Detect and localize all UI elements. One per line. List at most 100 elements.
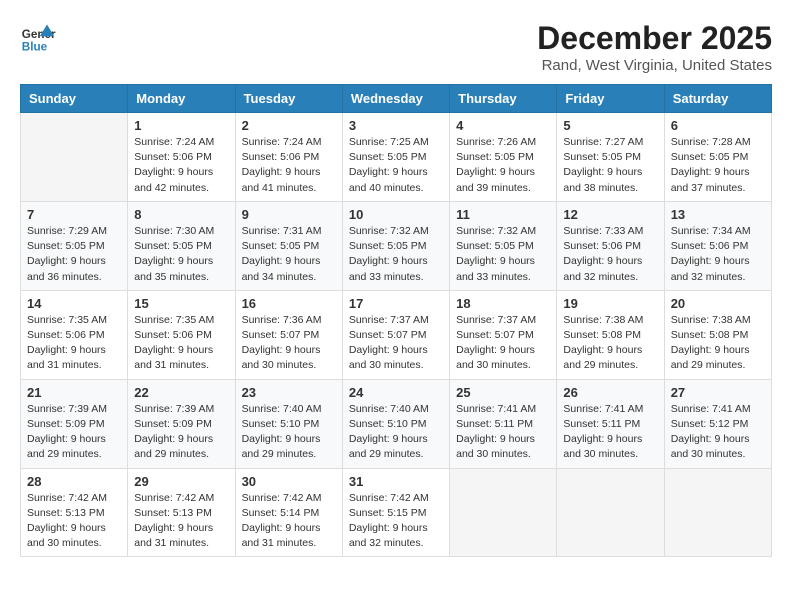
day-number: 21 xyxy=(27,385,121,400)
day-info: Sunrise: 7:40 AMSunset: 5:10 PMDaylight:… xyxy=(242,402,336,463)
day-number: 25 xyxy=(456,385,550,400)
day-info: Sunrise: 7:32 AMSunset: 5:05 PMDaylight:… xyxy=(349,224,443,285)
day-info: Sunrise: 7:41 AMSunset: 5:11 PMDaylight:… xyxy=(563,402,657,463)
calendar-cell: 9 Sunrise: 7:31 AMSunset: 5:05 PMDaylight… xyxy=(235,201,342,290)
calendar-cell xyxy=(664,468,771,557)
day-number: 13 xyxy=(671,207,765,222)
day-number: 9 xyxy=(242,207,336,222)
calendar-cell: 4 Sunrise: 7:26 AMSunset: 5:05 PMDaylight… xyxy=(450,113,557,202)
calendar-cell xyxy=(450,468,557,557)
day-number: 11 xyxy=(456,207,550,222)
day-number: 16 xyxy=(242,296,336,311)
day-info: Sunrise: 7:35 AMSunset: 5:06 PMDaylight:… xyxy=(134,313,228,374)
calendar-cell: 28 Sunrise: 7:42 AMSunset: 5:13 PMDayligh… xyxy=(21,468,128,557)
day-info: Sunrise: 7:42 AMSunset: 5:13 PMDaylight:… xyxy=(27,491,121,552)
calendar-week-row: 14 Sunrise: 7:35 AMSunset: 5:06 PMDayligh… xyxy=(21,290,772,379)
logo: General Blue xyxy=(20,20,60,56)
calendar-cell: 25 Sunrise: 7:41 AMSunset: 5:11 PMDayligh… xyxy=(450,379,557,468)
day-number: 24 xyxy=(349,385,443,400)
svg-text:Blue: Blue xyxy=(22,41,48,54)
day-number: 20 xyxy=(671,296,765,311)
calendar-cell: 6Sunrise: 7:28 AMSunset: 5:05 PMDaylight… xyxy=(664,113,771,202)
calendar-week-row: 28 Sunrise: 7:42 AMSunset: 5:13 PMDayligh… xyxy=(21,468,772,557)
calendar-table: SundayMondayTuesdayWednesdayThursdayFrid… xyxy=(20,84,772,557)
calendar-cell: 5 Sunrise: 7:27 AMSunset: 5:05 PMDaylight… xyxy=(557,113,664,202)
day-info: Sunrise: 7:36 AMSunset: 5:07 PMDaylight:… xyxy=(242,313,336,374)
day-info: Sunrise: 7:33 AMSunset: 5:06 PMDaylight:… xyxy=(563,224,657,285)
day-number: 31 xyxy=(349,474,443,489)
calendar-cell xyxy=(21,113,128,202)
day-info: Sunrise: 7:25 AMSunset: 5:05 PMDaylight:… xyxy=(349,135,443,196)
calendar-cell: 2 Sunrise: 7:24 AMSunset: 5:06 PMDaylight… xyxy=(235,113,342,202)
calendar-cell: 7 Sunrise: 7:29 AMSunset: 5:05 PMDaylight… xyxy=(21,201,128,290)
day-info: Sunrise: 7:42 AMSunset: 5:14 PMDaylight:… xyxy=(242,491,336,552)
day-number: 8 xyxy=(134,207,228,222)
day-number: 15 xyxy=(134,296,228,311)
day-header-monday: Monday xyxy=(128,85,235,113)
calendar-cell: 30 Sunrise: 7:42 AMSunset: 5:14 PMDayligh… xyxy=(235,468,342,557)
day-number: 23 xyxy=(242,385,336,400)
day-number: 10 xyxy=(349,207,443,222)
calendar-cell: 22Sunrise: 7:39 AMSunset: 5:09 PMDayligh… xyxy=(128,379,235,468)
calendar-cell: 26Sunrise: 7:41 AMSunset: 5:11 PMDayligh… xyxy=(557,379,664,468)
day-info: Sunrise: 7:27 AMSunset: 5:05 PMDaylight:… xyxy=(563,135,657,196)
calendar-cell: 31 Sunrise: 7:42 AMSunset: 5:15 PMDayligh… xyxy=(342,468,449,557)
day-info: Sunrise: 7:32 AMSunset: 5:05 PMDaylight:… xyxy=(456,224,550,285)
day-number: 12 xyxy=(563,207,657,222)
day-info: Sunrise: 7:42 AMSunset: 5:15 PMDaylight:… xyxy=(349,491,443,552)
calendar-cell: 19 Sunrise: 7:38 AMSunset: 5:08 PMDayligh… xyxy=(557,290,664,379)
day-info: Sunrise: 7:41 AMSunset: 5:11 PMDaylight:… xyxy=(456,402,550,463)
calendar-header-row: SundayMondayTuesdayWednesdayThursdayFrid… xyxy=(21,85,772,113)
day-number: 14 xyxy=(27,296,121,311)
day-number: 1 xyxy=(134,118,228,133)
title-area: December 2025 Rand, West Virginia, Unite… xyxy=(537,20,772,74)
day-info: Sunrise: 7:37 AMSunset: 5:07 PMDaylight:… xyxy=(349,313,443,374)
day-info: Sunrise: 7:24 AMSunset: 5:06 PMDaylight:… xyxy=(134,135,228,196)
day-info: Sunrise: 7:38 AMSunset: 5:08 PMDaylight:… xyxy=(563,313,657,374)
day-info: Sunrise: 7:29 AMSunset: 5:05 PMDaylight:… xyxy=(27,224,121,285)
day-number: 30 xyxy=(242,474,336,489)
month-title: December 2025 xyxy=(537,20,772,57)
day-header-wednesday: Wednesday xyxy=(342,85,449,113)
calendar-cell: 10 Sunrise: 7:32 AMSunset: 5:05 PMDayligh… xyxy=(342,201,449,290)
day-number: 29 xyxy=(134,474,228,489)
day-number: 7 xyxy=(27,207,121,222)
calendar-cell: 17 Sunrise: 7:37 AMSunset: 5:07 PMDayligh… xyxy=(342,290,449,379)
day-number: 18 xyxy=(456,296,550,311)
day-info: Sunrise: 7:39 AMSunset: 5:09 PMDaylight:… xyxy=(27,402,121,463)
calendar-cell: 8 Sunrise: 7:30 AMSunset: 5:05 PMDaylight… xyxy=(128,201,235,290)
day-number: 5 xyxy=(563,118,657,133)
day-info: Sunrise: 7:30 AMSunset: 5:05 PMDaylight:… xyxy=(134,224,228,285)
day-info: Sunrise: 7:28 AMSunset: 5:05 PMDaylight:… xyxy=(671,135,765,196)
calendar-cell: 29Sunrise: 7:42 AMSunset: 5:13 PMDayligh… xyxy=(128,468,235,557)
calendar-week-row: 1 Sunrise: 7:24 AMSunset: 5:06 PMDaylight… xyxy=(21,113,772,202)
calendar-cell: 3 Sunrise: 7:25 AMSunset: 5:05 PMDaylight… xyxy=(342,113,449,202)
calendar-cell: 21 Sunrise: 7:39 AMSunset: 5:09 PMDayligh… xyxy=(21,379,128,468)
day-header-saturday: Saturday xyxy=(664,85,771,113)
day-info: Sunrise: 7:35 AMSunset: 5:06 PMDaylight:… xyxy=(27,313,121,374)
day-number: 28 xyxy=(27,474,121,489)
day-number: 19 xyxy=(563,296,657,311)
day-header-sunday: Sunday xyxy=(21,85,128,113)
calendar-cell: 14 Sunrise: 7:35 AMSunset: 5:06 PMDayligh… xyxy=(21,290,128,379)
calendar-cell: 18Sunrise: 7:37 AMSunset: 5:07 PMDayligh… xyxy=(450,290,557,379)
day-info: Sunrise: 7:24 AMSunset: 5:06 PMDaylight:… xyxy=(242,135,336,196)
day-info: Sunrise: 7:26 AMSunset: 5:05 PMDaylight:… xyxy=(456,135,550,196)
day-number: 2 xyxy=(242,118,336,133)
day-header-thursday: Thursday xyxy=(450,85,557,113)
day-info: Sunrise: 7:40 AMSunset: 5:10 PMDaylight:… xyxy=(349,402,443,463)
calendar-week-row: 7 Sunrise: 7:29 AMSunset: 5:05 PMDaylight… xyxy=(21,201,772,290)
calendar-cell: 24 Sunrise: 7:40 AMSunset: 5:10 PMDayligh… xyxy=(342,379,449,468)
calendar-week-row: 21 Sunrise: 7:39 AMSunset: 5:09 PMDayligh… xyxy=(21,379,772,468)
day-info: Sunrise: 7:31 AMSunset: 5:05 PMDaylight:… xyxy=(242,224,336,285)
calendar-cell: 11 Sunrise: 7:32 AMSunset: 5:05 PMDayligh… xyxy=(450,201,557,290)
day-number: 22 xyxy=(134,385,228,400)
calendar-cell: 27Sunrise: 7:41 AMSunset: 5:12 PMDayligh… xyxy=(664,379,771,468)
day-info: Sunrise: 7:34 AMSunset: 5:06 PMDaylight:… xyxy=(671,224,765,285)
day-number: 3 xyxy=(349,118,443,133)
day-number: 17 xyxy=(349,296,443,311)
location: Rand, West Virginia, United States xyxy=(537,57,772,74)
day-number: 4 xyxy=(456,118,550,133)
calendar-cell: 16 Sunrise: 7:36 AMSunset: 5:07 PMDayligh… xyxy=(235,290,342,379)
calendar-cell: 20Sunrise: 7:38 AMSunset: 5:08 PMDayligh… xyxy=(664,290,771,379)
